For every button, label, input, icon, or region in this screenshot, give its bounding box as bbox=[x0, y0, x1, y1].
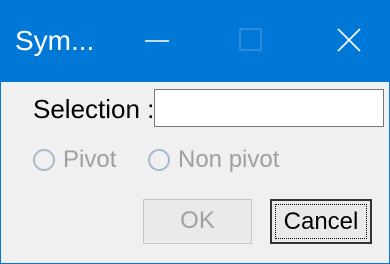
radio-pivot-label: Pivot bbox=[63, 146, 117, 173]
radio-pivot-circle[interactable] bbox=[33, 149, 55, 171]
selection-label: Selection : bbox=[33, 94, 155, 124]
radio-non-pivot-circle[interactable] bbox=[148, 149, 170, 171]
close-icon bbox=[337, 28, 361, 52]
dialog-window: Sym... Selection : Pivot Non pivot OK Ca… bbox=[0, 0, 390, 264]
maximize-icon bbox=[239, 28, 262, 51]
maximize-button bbox=[201, 0, 301, 82]
window-title: Sym... bbox=[15, 25, 95, 56]
cancel-button[interactable]: Cancel bbox=[270, 199, 372, 244]
focus-ring bbox=[275, 204, 367, 239]
minimize-button[interactable] bbox=[107, 0, 207, 82]
title-bar[interactable]: Sym... bbox=[1, 0, 390, 82]
close-button[interactable] bbox=[297, 0, 390, 82]
ok-button[interactable]: OK bbox=[143, 199, 252, 244]
radio-non-pivot[interactable]: Non pivot bbox=[148, 143, 279, 177]
radio-non-pivot-label: Non pivot bbox=[178, 146, 280, 173]
radio-pivot[interactable]: Pivot bbox=[33, 143, 116, 177]
ok-button-label: OK bbox=[180, 207, 215, 234]
minimize-icon bbox=[145, 40, 169, 42]
selection-input[interactable] bbox=[154, 89, 384, 127]
